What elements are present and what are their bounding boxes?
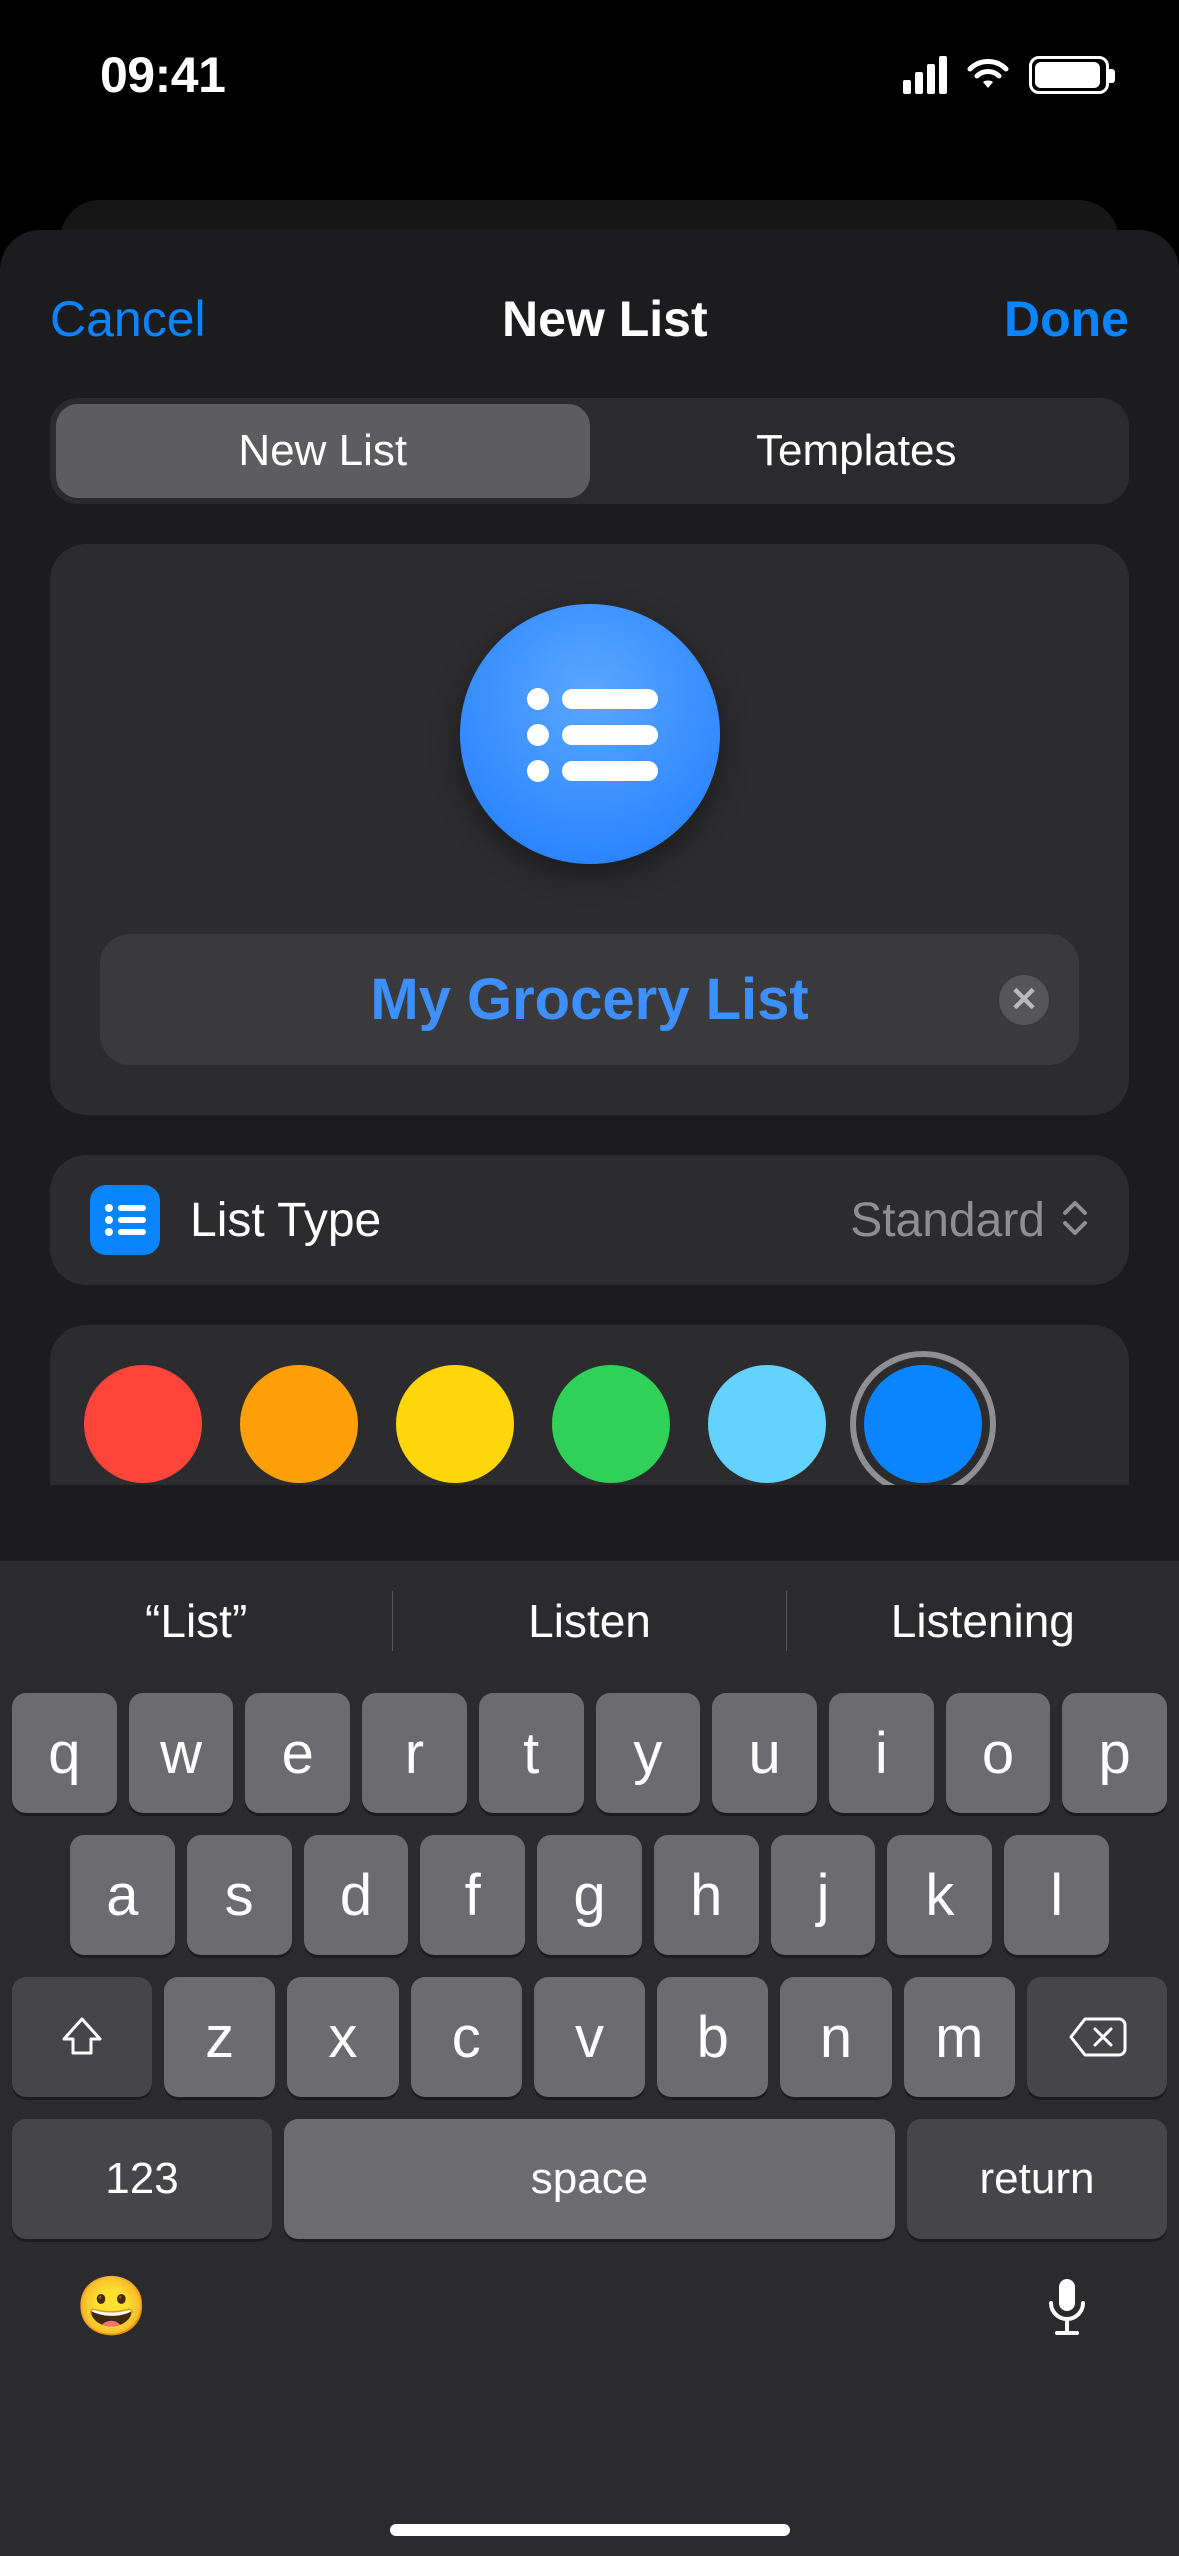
- emoji-icon: 😀: [76, 2273, 148, 2341]
- key-m[interactable]: m: [904, 1977, 1015, 2097]
- list-icon-preview[interactable]: [460, 604, 720, 864]
- xmark-icon: ✕: [1010, 980, 1039, 1020]
- list-type-value: Standard: [850, 1193, 1045, 1248]
- suggestion-0[interactable]: “List”: [0, 1594, 392, 1648]
- key-w[interactable]: w: [129, 1693, 234, 1813]
- key-x[interactable]: x: [287, 1977, 398, 2097]
- list-name-field-container: ✕: [100, 934, 1079, 1065]
- segmented-control: New List Templates: [50, 398, 1129, 504]
- space-key[interactable]: space: [284, 2119, 895, 2239]
- done-button[interactable]: Done: [1004, 290, 1129, 348]
- sheet-title: New List: [502, 290, 708, 348]
- list-bullet-small-icon: [104, 1203, 146, 1237]
- clear-text-button[interactable]: ✕: [999, 975, 1049, 1025]
- battery-icon: [1029, 56, 1109, 94]
- list-type-row[interactable]: List Type Standard: [50, 1155, 1129, 1285]
- numbers-key[interactable]: 123: [12, 2119, 272, 2239]
- key-u[interactable]: u: [712, 1693, 817, 1813]
- key-z[interactable]: z: [164, 1977, 275, 2097]
- key-e[interactable]: e: [245, 1693, 350, 1813]
- cellular-signal-icon: [903, 56, 947, 94]
- list-type-label: List Type: [190, 1193, 850, 1248]
- keyboard: “List” Listen Listening qwertyuiop asdfg…: [0, 1561, 1179, 2556]
- key-k[interactable]: k: [887, 1835, 992, 1955]
- list-name-input[interactable]: [136, 966, 1043, 1033]
- key-b[interactable]: b: [657, 1977, 768, 2097]
- key-p[interactable]: p: [1062, 1693, 1167, 1813]
- home-indicator[interactable]: [390, 2524, 790, 2536]
- key-y[interactable]: y: [596, 1693, 701, 1813]
- status-time: 09:41: [100, 46, 225, 104]
- key-s[interactable]: s: [187, 1835, 292, 1955]
- color-swatch-0[interactable]: [84, 1365, 202, 1483]
- tab-new-list[interactable]: New List: [56, 404, 590, 498]
- key-t[interactable]: t: [479, 1693, 584, 1813]
- key-j[interactable]: j: [771, 1835, 876, 1955]
- color-swatch-1[interactable]: [240, 1365, 358, 1483]
- return-key[interactable]: return: [907, 2119, 1167, 2239]
- backspace-key[interactable]: [1027, 1977, 1167, 2097]
- suggestion-1[interactable]: Listen: [393, 1594, 785, 1648]
- suggestion-2[interactable]: Listening: [787, 1594, 1179, 1648]
- sheet-nav: Cancel New List Done: [0, 260, 1179, 388]
- key-h[interactable]: h: [654, 1835, 759, 1955]
- status-bar: 09:41: [0, 0, 1179, 150]
- list-type-icon: [90, 1185, 160, 1255]
- cancel-button[interactable]: Cancel: [50, 290, 206, 348]
- key-n[interactable]: n: [780, 1977, 891, 2097]
- key-d[interactable]: d: [304, 1835, 409, 1955]
- key-a[interactable]: a: [70, 1835, 175, 1955]
- key-v[interactable]: v: [534, 1977, 645, 2097]
- key-l[interactable]: l: [1004, 1835, 1109, 1955]
- key-g[interactable]: g: [537, 1835, 642, 1955]
- chevron-up-down-icon: [1061, 1198, 1089, 1243]
- color-swatch-2[interactable]: [396, 1365, 514, 1483]
- shift-key[interactable]: [12, 1977, 152, 2097]
- color-swatch-4[interactable]: [708, 1365, 826, 1483]
- dictation-key[interactable]: [1035, 2275, 1099, 2339]
- microphone-icon: [1045, 2277, 1089, 2337]
- key-c[interactable]: c: [411, 1977, 522, 2097]
- wifi-icon: [965, 58, 1011, 92]
- color-picker: [50, 1325, 1129, 1485]
- emoji-key[interactable]: 😀: [80, 2275, 144, 2339]
- shift-icon: [58, 2013, 106, 2061]
- key-r[interactable]: r: [362, 1693, 467, 1813]
- backspace-icon: [1067, 2015, 1127, 2059]
- key-q[interactable]: q: [12, 1693, 117, 1813]
- color-swatch-3[interactable]: [552, 1365, 670, 1483]
- key-i[interactable]: i: [829, 1693, 934, 1813]
- list-bullet-icon: [520, 679, 660, 789]
- key-o[interactable]: o: [946, 1693, 1051, 1813]
- status-indicators: [903, 56, 1109, 94]
- tab-templates[interactable]: Templates: [590, 404, 1124, 498]
- keyboard-suggestions: “List” Listen Listening: [0, 1561, 1179, 1681]
- key-f[interactable]: f: [420, 1835, 525, 1955]
- color-swatch-5[interactable]: [864, 1365, 982, 1483]
- list-identity-card: ✕: [50, 544, 1129, 1115]
